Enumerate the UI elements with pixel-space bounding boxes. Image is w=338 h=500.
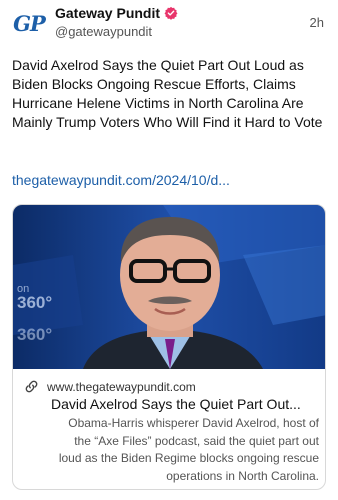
verified-badge-icon [164, 6, 178, 20]
image-overlay-360: 360° [17, 293, 53, 312]
post-text: David Axelrod Says the Quiet Part Out Lo… [12, 57, 323, 130]
link-preview-card[interactable]: on 360° 360° www.thegatewaypundit.com Da… [12, 204, 326, 490]
display-name[interactable]: Gateway Pundit [55, 5, 160, 21]
card-domain: www.thegatewaypundit.com [47, 379, 196, 394]
avatar[interactable]: GP [10, 8, 48, 38]
post-time: 2h [309, 15, 324, 30]
link-icon [24, 379, 39, 394]
image-overlay-360-second: 360° [17, 325, 53, 344]
card-info: www.thegatewaypundit.com David Axelrod S… [13, 369, 325, 489]
avatar-logo: GP [13, 10, 46, 36]
name-row: Gateway Pundit [55, 3, 178, 22]
post-link[interactable]: thegatewaypundit.com/2024/10/d... [12, 172, 330, 188]
card-description: Obama-Harris whisperer David Axelrod, ho… [58, 416, 319, 483]
card-title[interactable]: David Axelrod Says the Quiet Part Out... [51, 396, 319, 412]
handle[interactable]: @gatewaypundit [55, 24, 178, 39]
post-header: Gateway Pundit @gatewaypundit [55, 3, 178, 39]
card-domain-row: www.thegatewaypundit.com [24, 379, 196, 394]
post: GP Gateway Pundit @gatewaypundit 2h Davi… [0, 0, 338, 500]
card-image[interactable]: on 360° 360° [13, 205, 325, 369]
